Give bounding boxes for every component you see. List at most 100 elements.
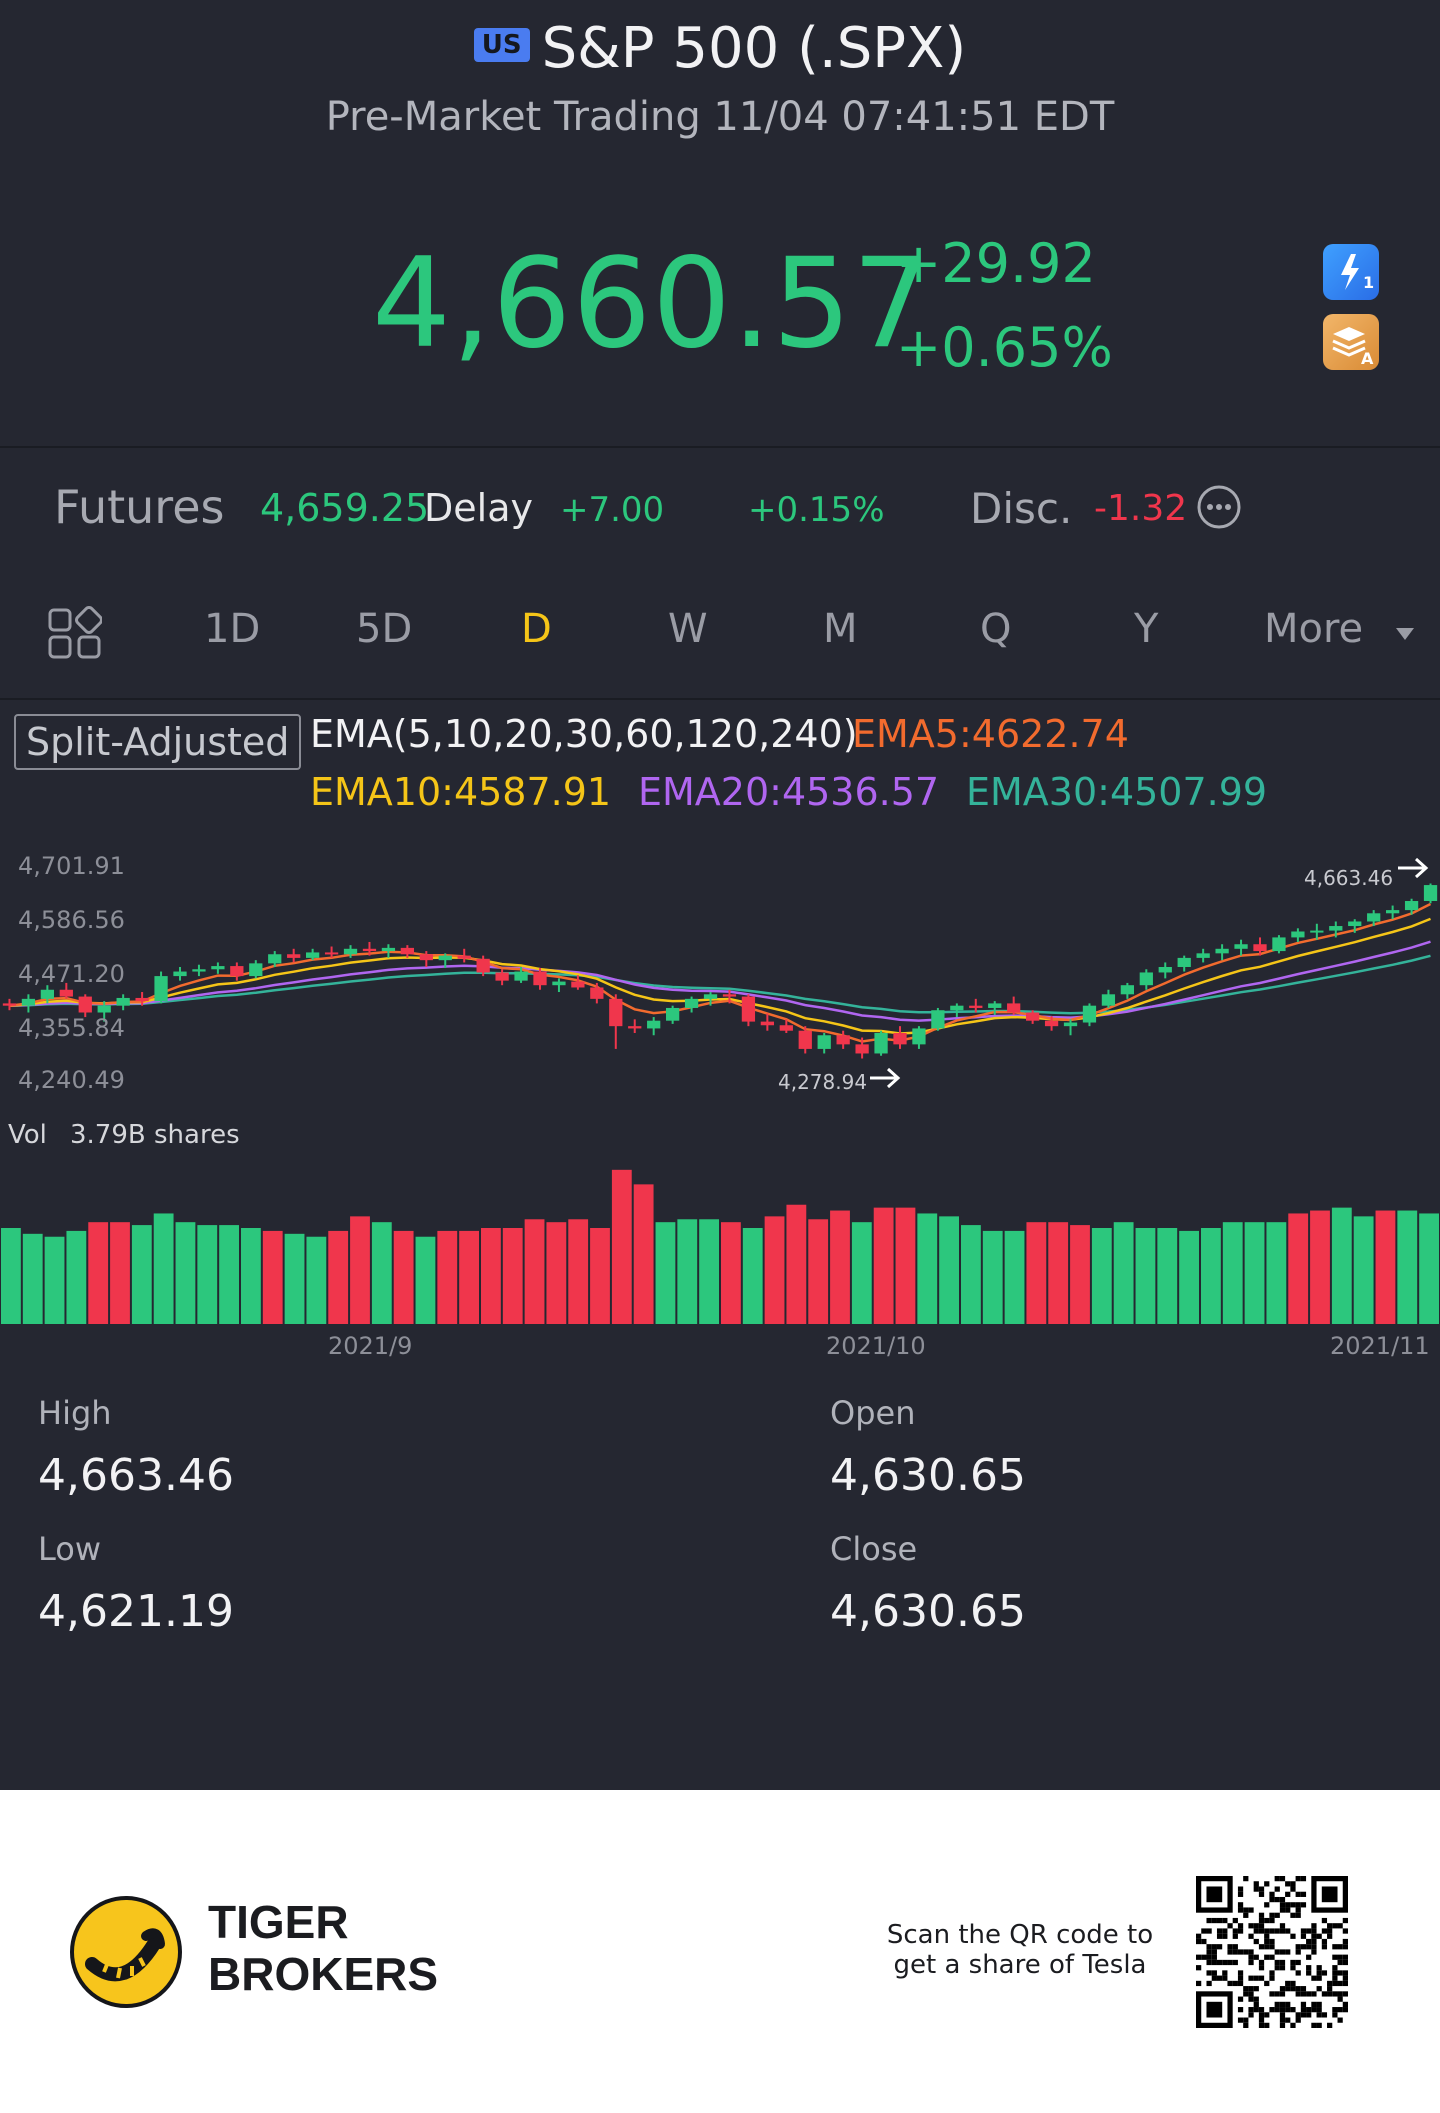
volume-bar <box>830 1210 850 1324</box>
volume-bar <box>241 1228 261 1324</box>
tab-y[interactable]: Y <box>1134 606 1158 652</box>
candle-body <box>666 1007 680 1021</box>
candle <box>21 994 36 1013</box>
layers-a-icon[interactable]: A <box>1323 314 1379 370</box>
candle-body <box>1386 910 1400 914</box>
tab-m[interactable]: M <box>823 606 858 652</box>
quote-header: US S&P 500 (.SPX) Pre-Market Trading 11/0… <box>0 0 1440 448</box>
candle <box>495 969 509 986</box>
candle-body <box>1253 944 1267 952</box>
candle-body <box>533 971 547 986</box>
split-adjusted-button[interactable]: Split-Adjusted <box>14 714 302 770</box>
volume-bar <box>961 1225 981 1324</box>
candle <box>2 998 17 1011</box>
brand-line-2: BROKERS <box>208 1948 439 2000</box>
volume-bar <box>764 1216 785 1324</box>
volume-bar <box>1397 1210 1418 1324</box>
low-marker-label: 4,278.94 <box>778 1070 868 1094</box>
candle-body <box>457 955 471 959</box>
open-value: 4,630.65 <box>830 1450 1026 1501</box>
volume-bar <box>22 1233 43 1324</box>
triangle-down-icon[interactable] <box>1394 626 1416 642</box>
volume-bar <box>371 1222 392 1324</box>
flash-quote-icon[interactable]: 1 <box>1323 244 1379 300</box>
candle-body <box>1215 948 1229 954</box>
candle-body <box>154 976 168 1002</box>
candle <box>173 966 187 981</box>
discount-value: -1.32 <box>1094 488 1188 529</box>
tab-d[interactable]: D <box>521 606 552 652</box>
candle-body <box>817 1035 831 1049</box>
ema-title[interactable]: EMA(5,10,20,30,60,120,240) <box>310 712 858 756</box>
volume-bar <box>1091 1228 1112 1324</box>
volume-bar <box>611 1169 632 1324</box>
tab-q[interactable]: Q <box>980 606 1011 652</box>
y-tick-label: 4,586.56 <box>18 906 125 934</box>
candle-body <box>343 948 358 955</box>
x-tick-label: 2021/9 <box>328 1332 413 1360</box>
candle-body <box>1291 931 1305 938</box>
candle <box>817 1032 831 1054</box>
volume-bar <box>393 1230 414 1324</box>
candle-body <box>287 954 301 958</box>
volume-bar <box>677 1219 698 1324</box>
discount-label: Disc. <box>970 484 1073 533</box>
candle-body <box>1026 1012 1040 1021</box>
candlestick-chart[interactable] <box>0 840 1440 1100</box>
candle <box>741 994 756 1027</box>
tab-more[interactable]: More <box>1264 606 1363 652</box>
volume-bar <box>262 1230 283 1324</box>
brand-line-1: TIGER <box>208 1896 349 1948</box>
volume-bar <box>895 1207 916 1324</box>
candle-body <box>1044 1020 1059 1027</box>
volume-bar <box>1353 1216 1374 1324</box>
svg-text:A: A <box>1361 349 1374 368</box>
more-dots-icon[interactable] <box>1196 484 1242 530</box>
candle-body <box>230 966 244 977</box>
volume-bar <box>1048 1222 1069 1324</box>
arrow-right-icon <box>868 1066 902 1094</box>
candle <box>552 978 566 993</box>
candle <box>192 964 206 977</box>
volume-bar <box>88 1222 109 1324</box>
candle-body <box>21 998 36 1006</box>
candle-body <box>722 994 737 997</box>
candle <box>1196 948 1210 963</box>
candle-body <box>760 1021 774 1026</box>
candle <box>116 994 130 1011</box>
candle <box>1063 1019 1078 1036</box>
brand-name: TIGER BROKERS <box>208 1896 438 2000</box>
tab-5d[interactable]: 5D <box>356 606 412 652</box>
volume-bar <box>1375 1210 1396 1324</box>
share-footer: TIGER BROKERS Scan the QR code to get a … <box>0 1790 1440 2113</box>
qr-code-icon[interactable] <box>1196 1876 1348 2028</box>
x-tick-label: 2021/10 <box>826 1332 926 1360</box>
candle-body <box>419 954 433 961</box>
volume-bar <box>546 1222 567 1324</box>
volume-bar <box>699 1219 719 1324</box>
candle <box>1272 935 1286 954</box>
trading-status: Pre-Market Trading 11/04 07:41:51 EDT <box>325 94 1115 140</box>
candle-body <box>628 1026 642 1029</box>
grid-layout-icon[interactable] <box>48 606 103 660</box>
candle-body <box>438 955 452 961</box>
volume-bar <box>481 1228 501 1324</box>
candle-body <box>514 971 528 981</box>
y-tick-label: 4,240.49 <box>18 1066 125 1094</box>
candle <box>571 975 585 990</box>
candle-body <box>1063 1022 1078 1027</box>
high-value: 4,663.46 <box>38 1450 234 1501</box>
volume-bar <box>502 1228 523 1324</box>
volume-bar <box>437 1230 458 1324</box>
volume-bar <box>655 1222 676 1324</box>
volume-bar <box>1266 1222 1287 1324</box>
volume-bar <box>786 1204 807 1324</box>
candle-body <box>1082 1005 1097 1023</box>
volume-bar <box>1244 1222 1265 1324</box>
low-value: 4,621.19 <box>38 1586 234 1637</box>
price-change-percent: +0.65% <box>896 316 1113 379</box>
tab-w[interactable]: W <box>668 606 708 652</box>
tab-1d[interactable]: 1D <box>204 606 260 652</box>
candle <box>457 948 471 963</box>
period-tabs: 1D 5D D W M Q Y More <box>0 596 1440 676</box>
